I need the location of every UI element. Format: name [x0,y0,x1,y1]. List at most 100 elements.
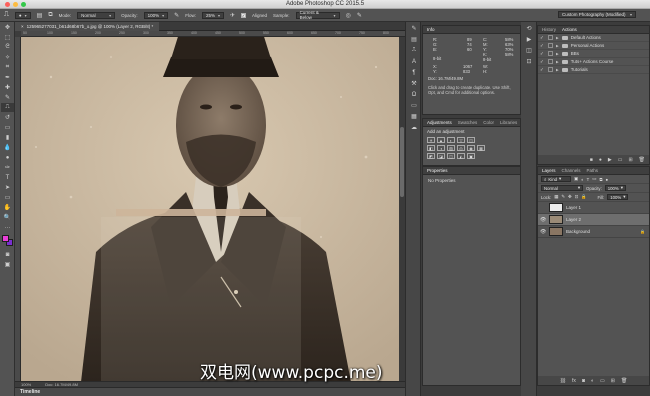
eye-icon[interactable]: 👁 [540,217,546,223]
channel-mixer-icon[interactable]: ◉ [467,145,475,151]
document-canvas[interactable] [21,37,399,382]
ignore-adjustment-layers-icon[interactable]: ◎ [346,12,351,19]
trash-icon[interactable]: 🗑 [639,157,645,163]
layer-row[interactable]: Layer 1 [538,202,649,214]
link-layers-icon[interactable]: ⛓ [560,378,566,384]
action-set-row[interactable]: ✓ ▶ Tutorials [538,66,649,74]
more-tools-icon[interactable]: ··· [1,223,14,232]
lasso-tool-icon[interactable]: ᘓ [1,43,14,52]
history-icon[interactable]: ⟲ [522,24,536,33]
timeline-panel[interactable]: Timeline [15,387,405,396]
paragraph-panel-icon[interactable]: ¶ [407,68,421,77]
action-set-row[interactable]: ✓ ▶ Default Actions [538,34,649,42]
exposure-icon[interactable]: ▽ [457,137,465,143]
tab-swatches[interactable]: Swatches [458,120,478,125]
dodge-tool-icon[interactable]: ● [1,153,14,162]
eye-icon[interactable]: 👁 [540,229,546,235]
lock-transparent-icon[interactable]: ▦ [554,194,558,200]
layer-row[interactable]: 👁 Layer 2 [538,214,649,226]
tab-paths[interactable]: Paths [587,168,599,173]
blend-mode-select[interactable]: Normal ▾ [541,185,583,191]
record-icon[interactable]: ● [599,157,602,163]
scrollbar-thumb[interactable] [400,127,404,197]
brush-tool-icon[interactable]: ✎ [1,93,14,102]
dialog-toggle-box[interactable] [548,43,553,48]
new-layer-icon[interactable]: ⊞ [611,378,615,384]
action-enabled-check-icon[interactable]: ✓ [540,67,545,73]
new-set-folder-icon[interactable]: ▭ [618,157,623,163]
photo-filter-icon[interactable]: ◎ [457,145,465,151]
stop-icon[interactable]: ■ [590,157,593,163]
action-enabled-check-icon[interactable]: ✓ [540,43,545,49]
hue-saturation-icon[interactable]: ◧ [427,145,435,151]
hand-tool-icon[interactable]: ✋ [1,203,14,212]
healing-brush-tool-icon[interactable]: ✚ [1,83,14,92]
type-tool-icon[interactable]: T [1,173,14,182]
levels-icon[interactable]: ▲ [437,137,445,143]
foreground-color-swatch[interactable] [2,235,9,242]
workspace-select[interactable]: Custom Photography (Modified) ▾ [558,11,636,18]
pen-tool-icon[interactable]: ✑ [1,163,14,172]
document-tab[interactable]: × 125965277031_b61d68b67b_o.jpg @ 100% (… [15,22,160,31]
kind-filter-select[interactable]: ⌕ Kind ▾ [541,176,571,182]
actions-icon[interactable]: ▶ [522,35,536,44]
sample-select[interactable]: Current & Below ▾ [295,10,340,20]
invert-icon[interactable]: ◩ [427,153,435,159]
history-brush-tool-icon[interactable]: ↺ [1,113,14,122]
dialog-toggle-box[interactable] [548,67,553,72]
new-action-icon[interactable]: ⊞ [628,157,632,163]
threshold-icon[interactable]: ◫ [447,153,455,159]
clone-source-panel-icon[interactable]: ⧉ [48,12,52,19]
action-set-row[interactable]: ✓ ▶ BBs [538,50,649,58]
screen-mode-icon[interactable]: ▣ [1,260,14,269]
blur-tool-icon[interactable]: 💧 [1,143,14,152]
tab-info[interactable]: Info [427,27,435,32]
curves-icon[interactable]: ◐ [447,137,455,143]
gradient-tool-icon[interactable]: ▮ [1,133,14,142]
tab-properties[interactable]: Properties [427,168,448,173]
vibrance-icon[interactable]: ◫ [467,137,475,143]
selective-color-icon[interactable]: ◭ [457,153,465,159]
color-balance-icon[interactable]: ◑ [437,145,445,151]
action-enabled-check-icon[interactable]: ✓ [540,35,545,41]
expand-triangle-icon[interactable]: ▶ [556,44,559,48]
expand-triangle-icon[interactable]: ▶ [556,36,559,40]
glyphs-panel-icon[interactable]: Ω [407,90,421,99]
zoom-tool-icon[interactable]: 🔍 [1,213,14,222]
filter-type-icon[interactable]: T [587,177,590,182]
play-icon[interactable]: ▶ [608,157,612,163]
close-tab-icon[interactable]: × [21,24,24,29]
black-white-icon[interactable]: ▨ [447,145,455,151]
filter-smart-object-icon[interactable]: ⧉ [599,177,602,182]
brush-size-picker[interactable]: ● ▾ [14,11,31,19]
lock-all-icon[interactable]: 🔒 [581,194,586,200]
action-enabled-check-icon[interactable]: ✓ [540,51,545,57]
posterize-icon[interactable]: ◪ [437,153,445,159]
tab-history[interactable]: History [542,27,556,32]
tab-channels[interactable]: Channels [562,168,581,173]
tab-color[interactable]: Color [483,120,494,125]
delete-layer-icon[interactable]: 🗑 [621,378,627,384]
gradient-map-icon[interactable]: ▣ [467,153,475,159]
navigator-icon[interactable]: ⊡ [522,57,536,66]
clone-stamp-preset-icon[interactable]: ⎍ [4,11,9,19]
mode-select[interactable]: Normal ▾ [77,11,116,19]
libraries-icon[interactable]: ☁ [407,123,421,132]
tool-presets-icon[interactable]: ⚒ [407,79,421,88]
airbrush-icon[interactable]: ✈ [230,12,235,19]
crop-tool-icon[interactable]: ⌗ [1,63,14,72]
flow-field[interactable]: 25% ▾ [201,11,224,19]
filter-adjustment-icon[interactable]: ◐ [581,177,584,182]
layer-opacity-field[interactable]: 100% ▾ [604,185,626,191]
new-adjustment-layer-icon[interactable]: ◐ [591,378,594,384]
toggle-brush-panel-icon[interactable]: ▤ [37,12,43,19]
filter-shape-icon[interactable]: ▭ [592,176,596,182]
tab-adjustments[interactable]: Adjustments [427,120,452,125]
shape-tool-icon[interactable]: ▭ [1,193,14,202]
filter-pixel-icon[interactable]: ▣ [574,176,578,182]
layer-style-icon[interactable]: fx [572,378,576,384]
marquee-tool-icon[interactable]: ⬚ [1,33,14,42]
clone-stamp-tool-icon[interactable]: ⎍ [1,103,14,112]
tab-actions[interactable]: Actions [562,27,577,32]
action-set-row[interactable]: ✓ ▶ Personal Actions [538,42,649,50]
